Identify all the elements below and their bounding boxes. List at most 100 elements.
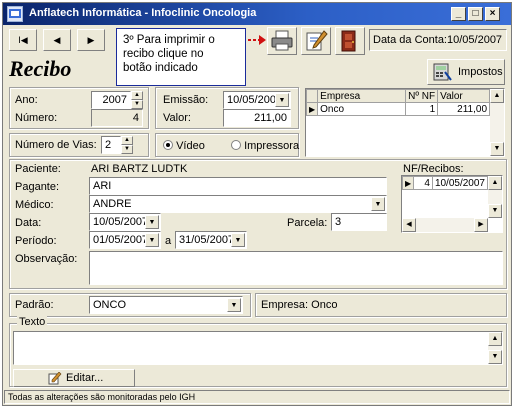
chevron-down-icon[interactable]: ▼: [145, 215, 159, 229]
maximize-button[interactable]: □: [468, 7, 483, 21]
data-field[interactable]: 10/05/2007 ▼: [89, 213, 161, 231]
grid-cell-nf[interactable]: 1: [405, 102, 439, 116]
pagante-field[interactable]: ARI: [89, 177, 387, 195]
nf-grid-hscrollbar[interactable]: ◀ ▶: [402, 218, 488, 232]
observacao-label: Observação:: [15, 253, 78, 265]
grid-cell-valor[interactable]: 211,00: [437, 102, 490, 116]
texto-scrollbar[interactable]: ▲ ▼: [488, 332, 502, 364]
nf-cell-num[interactable]: 4: [413, 176, 433, 190]
emissao-field[interactable]: 10/05/2007 ▼: [223, 91, 291, 109]
periodo-to-field[interactable]: 31/05/2007 ▼: [175, 231, 247, 249]
ano-spin-down[interactable]: ▼: [131, 100, 143, 109]
numero-field: 4: [91, 109, 143, 127]
periodo-from-field[interactable]: 01/05/2007 ▼: [89, 231, 161, 249]
chevron-down-icon[interactable]: ▼: [275, 93, 289, 107]
scroll-down-icon[interactable]: ▼: [488, 350, 502, 364]
medico-field[interactable]: ANDRE ▼: [89, 195, 387, 213]
printer-icon: [271, 30, 293, 51]
paciente-value: ARI BARTZ LUDTK: [91, 163, 188, 175]
grid-indicator-header: [305, 89, 319, 103]
minimize-button[interactable]: _: [451, 7, 466, 21]
vias-field[interactable]: 2: [101, 136, 121, 154]
video-radio[interactable]: Vídeo: [163, 140, 205, 152]
vias-spin-up[interactable]: ▲: [121, 136, 133, 145]
grid-header-nf[interactable]: Nº NF: [405, 89, 439, 103]
nav-prev-button[interactable]: ◀: [43, 29, 71, 51]
calculator-icon: [433, 63, 452, 81]
chevron-down-icon[interactable]: ▼: [371, 197, 385, 211]
video-radio-circle[interactable]: [163, 140, 173, 150]
close-button[interactable]: ×: [485, 7, 500, 21]
exit-button[interactable]: [335, 27, 365, 55]
nav-first-button[interactable]: I◀: [9, 29, 37, 51]
periodo-separator: a: [165, 235, 172, 247]
padrao-field[interactable]: ONCO ▼: [89, 296, 243, 314]
chevron-down-icon[interactable]: ▼: [227, 298, 241, 312]
impressora-radio[interactable]: Impressora: [231, 140, 299, 152]
scroll-down-icon[interactable]: ▼: [490, 142, 504, 156]
empresa-grid[interactable]: Empresa Nº NF Valor ▶ Onco 1 211,00 ▲ ▼: [305, 88, 505, 157]
periodo-label: Período:: [15, 235, 57, 247]
account-date-value: 10/05/2007: [447, 34, 503, 46]
observacao-field[interactable]: [89, 251, 503, 285]
scroll-up-icon[interactable]: ▲: [490, 89, 504, 103]
impostos-button[interactable]: Impostos: [427, 59, 505, 85]
grid-cell-empresa[interactable]: Onco: [317, 102, 407, 116]
data-value: 10/05/2007: [93, 216, 149, 228]
impostos-label: Impostos: [458, 66, 503, 78]
nav-next-button[interactable]: ▶: [77, 29, 105, 51]
edit-icon: [48, 372, 62, 385]
nf-recibos-label: NF/Recibos:: [403, 163, 464, 175]
periodo-to-value: 31/05/2007: [179, 234, 235, 246]
emissao-value: 10/05/2007: [227, 94, 283, 106]
ano-field[interactable]: 2007: [91, 91, 131, 109]
ano-spin-up[interactable]: ▲: [131, 91, 143, 100]
instruction-tooltip: 3º Para imprimir o recibo clique no botã…: [116, 28, 246, 86]
chevron-down-icon[interactable]: ▼: [231, 233, 245, 247]
door-exit-icon: [341, 30, 356, 52]
scroll-left-icon[interactable]: ◀: [402, 218, 416, 232]
row-pointer-icon: ▶: [401, 176, 415, 190]
empresa-grid-scrollbar[interactable]: ▲ ▼: [490, 89, 504, 156]
nf-recibos-grid[interactable]: ▶ 4 10/05/2007 ▲ ▼ ◀ ▶: [401, 175, 503, 233]
scroll-down-icon[interactable]: ▼: [488, 204, 502, 218]
vias-spin-down[interactable]: ▼: [121, 145, 133, 154]
scroll-up-icon[interactable]: ▲: [488, 332, 502, 346]
parcela-field[interactable]: 3: [331, 213, 387, 231]
padrao-value: ONCO: [93, 299, 126, 311]
nf-grid-scrollbar[interactable]: ▲ ▼: [488, 176, 502, 218]
edit-document-button[interactable]: [301, 27, 331, 55]
scroll-right-icon[interactable]: ▶: [474, 218, 488, 232]
valor-field[interactable]: 211,00: [223, 109, 291, 127]
medico-label: Médico:: [15, 199, 54, 211]
impressora-radio-label: Impressora: [244, 140, 300, 152]
empresa-footer-value: Onco: [311, 299, 338, 311]
tooltip-line-1: 3º Para imprimir o: [123, 34, 215, 46]
data-label: Data:: [15, 217, 42, 229]
page-title: Recibo: [9, 56, 72, 81]
medico-value: ANDRE: [93, 198, 132, 210]
arrow-indicator-icon: [243, 35, 266, 45]
print-button[interactable]: [267, 27, 297, 55]
status-bar: Todas as alterações são monitoradas pelo…: [4, 390, 510, 404]
pagante-label: Pagante:: [15, 181, 60, 193]
padrao-label: Padrão:: [15, 299, 54, 311]
chevron-down-icon[interactable]: ▼: [145, 233, 159, 247]
table-row[interactable]: ▶ Onco 1 211,00: [305, 102, 490, 116]
window-title: Anflatech Informática - Infoclinic Oncol…: [29, 7, 257, 19]
scroll-up-icon[interactable]: ▲: [488, 176, 502, 190]
grid-header-valor[interactable]: Valor: [437, 89, 490, 103]
row-pointer-icon: ▶: [305, 102, 319, 116]
nf-cell-date[interactable]: 10/05/2007: [431, 176, 489, 190]
ano-label: Ano:: [15, 94, 38, 106]
editar-button[interactable]: Editar...: [13, 369, 135, 387]
account-date-panel: Data da Conta: 10/05/2007: [369, 29, 507, 51]
emissao-label: Emissão:: [163, 94, 209, 106]
empresa-footer: Empresa: Onco: [261, 299, 337, 311]
texto-label: Texto: [17, 316, 48, 328]
texto-field[interactable]: ▲ ▼: [13, 331, 503, 365]
title-bar[interactable]: Anflatech Informática - Infoclinic Oncol…: [3, 3, 511, 25]
grid-header-empresa[interactable]: Empresa: [317, 89, 407, 103]
impressora-radio-circle[interactable]: [231, 140, 241, 150]
table-row[interactable]: ▶ 4 10/05/2007: [401, 176, 489, 190]
